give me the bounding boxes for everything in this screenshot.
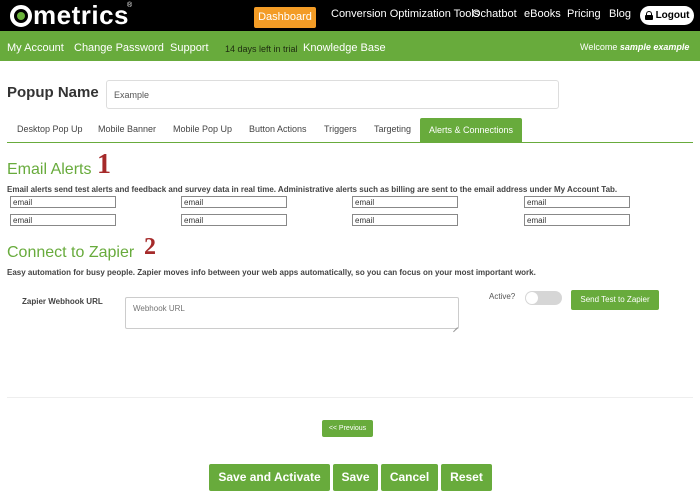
nav-conversion-optimization-tools[interactable]: Conversion Optimization Tools xyxy=(331,8,479,20)
zapier-active-toggle[interactable] xyxy=(525,291,562,305)
popup-name-input[interactable] xyxy=(106,80,559,109)
logo-o-icon xyxy=(10,4,32,27)
dashboard-button[interactable]: Dashboard xyxy=(254,7,316,28)
tab-button-actions[interactable]: Button Actions xyxy=(249,124,307,134)
zapier-title: Connect to Zapier xyxy=(7,244,135,261)
logout-label: Logout xyxy=(655,10,690,21)
email-field[interactable] xyxy=(10,196,116,208)
welcome-username: sample example xyxy=(619,42,690,52)
welcome-message: Welcome sample example xyxy=(580,42,690,52)
email-field[interactable] xyxy=(524,214,630,226)
email-field[interactable] xyxy=(181,196,287,208)
nav-knowledge-base[interactable]: Knowledge Base xyxy=(303,42,386,54)
zapier-webhook-input[interactable] xyxy=(125,297,459,329)
registered-mark: ® xyxy=(127,2,133,9)
nav-blog[interactable]: Blog xyxy=(609,8,631,20)
email-field[interactable] xyxy=(181,214,287,226)
email-alerts-title: Email Alerts xyxy=(7,161,92,178)
nav-ebooks[interactable]: eBooks xyxy=(524,8,561,20)
previous-button[interactable]: << Previous xyxy=(322,420,373,437)
top-navbar: metrics ® Dashboard Conversion Optimizat… xyxy=(0,0,700,31)
tab-targeting[interactable]: Targeting xyxy=(374,124,411,134)
zapier-number: 2 xyxy=(144,234,156,260)
email-field[interactable] xyxy=(10,214,116,226)
zapier-webhook-label: Zapier Webhook URL xyxy=(22,297,103,306)
lock-icon xyxy=(644,11,653,20)
nav-pricing[interactable]: Pricing xyxy=(567,8,601,20)
resize-grip-icon[interactable] xyxy=(452,322,458,328)
email-alerts-description: Email alerts send test alerts and feedba… xyxy=(7,185,618,194)
nav-ochatbot[interactable]: Ochatbot xyxy=(472,8,517,20)
trial-status: 14 days left in trial xyxy=(225,44,298,54)
email-field[interactable] xyxy=(524,196,630,208)
divider xyxy=(7,397,693,398)
save-and-activate-button[interactable]: Save and Activate xyxy=(209,464,330,491)
zapier-active-label: Active? xyxy=(489,292,516,301)
email-field[interactable] xyxy=(352,196,458,208)
cancel-button[interactable]: Cancel xyxy=(381,464,438,491)
nav-change-password[interactable]: Change Password xyxy=(74,42,164,54)
logout-button[interactable]: Logout xyxy=(640,6,694,25)
send-test-to-zapier-button[interactable]: Send Test to Zapier xyxy=(571,290,659,310)
email-alerts-number: 1 xyxy=(97,149,111,180)
tab-alerts-connections[interactable]: Alerts & Connections xyxy=(420,118,523,143)
tab-triggers[interactable]: Triggers xyxy=(324,124,357,134)
account-navbar: My Account Change Password Support 14 da… xyxy=(0,31,700,61)
reset-button[interactable]: Reset xyxy=(441,464,492,491)
tab-mobile-banner[interactable]: Mobile Banner xyxy=(98,124,156,134)
nav-my-account[interactable]: My Account xyxy=(7,42,64,54)
zapier-description: Easy automation for busy people. Zapier … xyxy=(7,268,536,277)
toggle-knob xyxy=(526,292,538,304)
popup-name-label: Popup Name xyxy=(7,84,99,101)
ometrics-logo[interactable]: metrics xyxy=(10,0,129,31)
email-field[interactable] xyxy=(352,214,458,226)
save-button[interactable]: Save xyxy=(333,464,378,491)
tab-mobile-pop-up[interactable]: Mobile Pop Up xyxy=(173,124,232,134)
tab-desktop-pop-up[interactable]: Desktop Pop Up xyxy=(17,124,83,134)
nav-support[interactable]: Support xyxy=(170,42,209,54)
settings-tabs: Desktop Pop Up Mobile Banner Mobile Pop … xyxy=(7,118,693,143)
logo-text: metrics xyxy=(33,0,129,30)
